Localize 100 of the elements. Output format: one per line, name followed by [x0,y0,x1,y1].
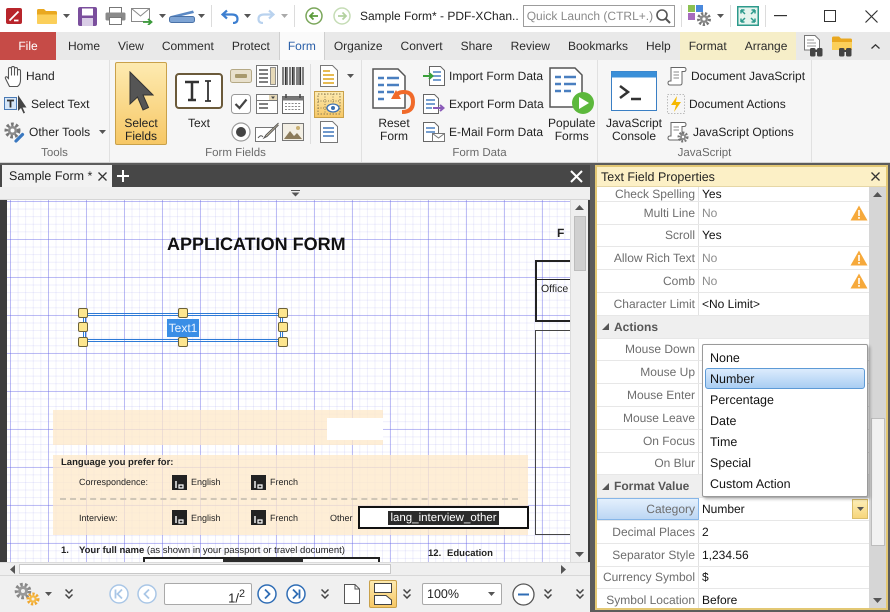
caret-icon[interactable] [45,592,52,596]
combo-box-icon[interactable] [256,94,278,114]
property-value[interactable]: 2 [702,524,709,539]
document-javascript-button[interactable]: Document JavaScript [665,62,808,90]
settings-icon[interactable] [688,5,712,27]
populate-forms-button[interactable]: Populate Forms [546,62,598,145]
property-label[interactable]: Separator Style [597,544,699,566]
plus-icon[interactable] [117,170,129,182]
printer-icon[interactable] [105,7,126,25]
expand-triangle-icon[interactable] [602,323,609,330]
last-page-icon[interactable] [286,584,306,604]
hand-tool-button[interactable]: Hand [2,62,109,90]
vertical-scrollbar[interactable] [869,187,886,608]
property-value[interactable]: <No Limit> [702,296,760,311]
minimize-icon[interactable] [774,15,787,17]
app-logo-icon[interactable] [6,8,22,24]
property-label[interactable]: Character Limit [597,292,699,315]
caret-icon[interactable] [63,14,70,18]
scroll-thumb[interactable] [19,564,391,574]
property-label[interactable]: On Blur [597,452,699,474]
scroll-down-icon[interactable] [575,552,584,557]
caret-icon[interactable] [198,14,205,18]
email-form-data-button[interactable]: E-Mail Form Data [421,118,546,146]
import-form-data-button[interactable]: Import Form Data [421,62,546,90]
menu-tab[interactable]: Home [59,32,110,60]
document-binoculars-icon[interactable] [804,35,824,57]
close-icon[interactable] [871,172,880,181]
save-icon[interactable] [78,6,97,26]
search-icon[interactable] [656,8,671,24]
document-actions-button[interactable]: Document Actions [665,90,808,118]
horizontal-scrollbar[interactable] [0,562,590,575]
menu-tab[interactable]: Share [452,32,502,60]
menu-tab[interactable]: Form [278,32,325,60]
scroll-left-icon[interactable] [10,564,15,574]
scroll-thumb[interactable] [870,418,884,546]
section-header[interactable]: Actions [597,316,869,338]
menu-tab[interactable]: Format [680,32,736,60]
menu-tab[interactable]: Help [637,32,680,60]
menu-tab[interactable]: Protect [222,32,279,60]
double-chevron-icon[interactable] [576,589,584,599]
property-label[interactable]: Check Spelling [597,187,699,201]
signature-pen-icon[interactable] [255,122,279,142]
collapse-ribbon-icon[interactable] [871,44,880,48]
select-text-button[interactable]: Select Text [2,90,109,118]
close-icon[interactable] [98,172,107,180]
property-label[interactable]: On Focus [597,430,699,452]
property-value[interactable]: $ [702,570,709,584]
scroll-up-icon[interactable] [575,205,584,210]
checkbox-field-icon[interactable] [172,474,187,490]
folder-binoculars-icon[interactable] [832,35,854,57]
resize-handle[interactable] [178,308,188,318]
expand-triangle-icon[interactable] [602,482,609,490]
undo-icon[interactable] [221,8,239,24]
dropdown-option[interactable]: None [705,347,865,368]
checkbox-icon[interactable] [231,94,251,114]
property-label[interactable]: Category [597,498,699,520]
menu-tab[interactable]: Convert [392,32,452,60]
property-label[interactable]: Currency Symbol [597,566,699,588]
search-field[interactable]: Quick Launch (CTRL+.) [522,5,675,27]
text-field-button[interactable]: Text [171,62,227,145]
calendar-icon[interactable] [282,94,304,114]
dropdown-option[interactable]: Special [705,452,865,473]
scroll-right-icon[interactable] [561,564,566,574]
next-page-icon[interactable] [257,584,277,604]
grid-eye-button[interactable] [314,90,344,118]
caret-icon[interactable] [347,74,354,78]
caret-icon[interactable] [244,14,251,18]
scroll-thumb[interactable] [574,216,586,271]
scroll-up-icon[interactable] [873,192,882,197]
property-value[interactable]: Before [702,593,738,608]
radio-button-icon[interactable] [231,122,251,142]
dropdown-option[interactable]: Number [705,368,865,389]
double-chevron-icon[interactable] [403,589,411,599]
property-label[interactable]: Mouse Down [597,338,699,360]
scanner-icon[interactable] [169,10,195,22]
javascript-options-button[interactable]: JavaScript Options [665,118,808,146]
collapse-icon[interactable] [290,190,300,196]
property-value[interactable]: Yes [702,228,722,242]
image-icon[interactable] [282,123,304,141]
javascript-console-button[interactable]: JavaScript Console [603,62,665,145]
export-form-data-button[interactable]: Export Form Data [421,90,546,118]
dropdown-button[interactable] [852,499,868,520]
select-fields-button[interactable]: Select Fields [115,62,167,145]
dropdown-option[interactable]: Date [705,410,865,431]
caret-icon[interactable] [159,14,166,18]
double-chevron-icon[interactable] [321,589,329,599]
envelope-icon[interactable] [131,8,153,24]
text-field[interactable]: lang_interview_other [358,506,529,529]
property-label[interactable]: Scroll [597,224,699,246]
dropdown-option[interactable]: Custom Action [705,473,865,494]
resize-handle[interactable] [178,337,188,347]
caret-icon[interactable] [716,14,724,18]
property-label[interactable]: Decimal Places [597,520,699,543]
blank-field[interactable] [327,418,383,440]
property-label[interactable]: Mouse Enter [597,384,699,406]
property-label[interactable]: Mouse Leave [597,406,699,429]
caret-icon[interactable] [99,130,106,134]
property-label[interactable]: Symbol Location [597,589,699,608]
other-tools-button[interactable]: Other Tools [2,118,109,146]
property-value[interactable]: Number [702,502,745,516]
